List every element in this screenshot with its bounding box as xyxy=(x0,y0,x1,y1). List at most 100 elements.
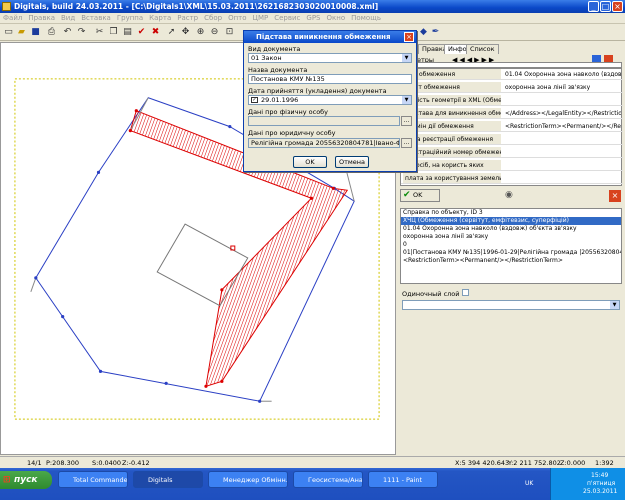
task-geosystem[interactable]: Геосистема/Аналит... xyxy=(293,471,363,488)
feather-icon[interactable]: ✒ xyxy=(430,26,441,38)
menu-map[interactable]: Карта xyxy=(146,14,174,22)
start-button[interactable]: ⊞ пуск xyxy=(0,471,52,489)
menu-group[interactable]: Группа xyxy=(114,14,146,22)
guide-line xyxy=(30,277,37,292)
natural-person-label: Дані про фізичну особу xyxy=(248,108,329,116)
property-value[interactable]: <RestrictionTerm><Permanent/></Restricti… xyxy=(503,121,621,131)
property-row[interactable]: Реєстраційний номер обмеження xyxy=(401,147,623,158)
menubar: Файл Правка Вид Вставка Группа Карта Растр Сбор… xyxy=(0,13,625,24)
task-total-commander[interactable]: Total Commander 7.0... xyxy=(58,471,128,488)
menu-help[interactable]: Помощь xyxy=(348,14,384,22)
system-tray: UK 15:49 п'ятниця 25.03.2011 xyxy=(525,468,625,500)
property-row[interactable]: Дата реєстрації обмеження xyxy=(401,134,623,145)
menu-file[interactable]: Файл xyxy=(0,14,25,22)
copy-icon[interactable]: ❐ xyxy=(108,26,119,38)
check-icon: ✔ xyxy=(403,190,411,200)
info-line: 0 xyxy=(403,241,407,248)
property-value[interactable]: охоронна зона лінії зв'язку xyxy=(503,82,621,92)
close-button[interactable]: × xyxy=(612,1,623,12)
minimize-button[interactable]: _ xyxy=(588,1,599,12)
doc-name-field[interactable]: Постанова КМУ №135 xyxy=(248,74,412,84)
menu-service[interactable]: Сервис xyxy=(271,14,303,22)
redo-icon[interactable]: ↷ xyxy=(76,26,87,38)
legal-entity-label: Дані про юридичну особу xyxy=(248,129,336,137)
property-key: Реєстраційний номер обмеження xyxy=(403,147,501,157)
cut-icon[interactable]: ✂ xyxy=(94,26,105,38)
view-icon[interactable]: ◉ xyxy=(505,190,517,202)
date-checkbox[interactable]: ✓ xyxy=(251,97,258,103)
window-titlebar: Digitals, build 24.03.2011 - [C:\Digital… xyxy=(0,0,625,13)
property-value[interactable]: 01.04 Охоронна зона навколо (вздовж) об'… xyxy=(503,69,621,79)
property-row[interactable]: хожість геометрії в XML (Обмеже xyxy=(401,95,623,106)
chevron-down-icon: ▼ xyxy=(610,301,619,309)
zoom-out-icon[interactable]: ⊖ xyxy=(209,26,220,38)
tab-list[interactable]: Список xyxy=(466,44,499,54)
property-row[interactable]: Термін дії обмеження <RestrictionTerm><Pe… xyxy=(401,121,623,132)
pan-icon[interactable]: ✥ xyxy=(180,26,191,38)
property-row[interactable]: Підстава для виникнення обмеже</Address>… xyxy=(401,108,623,119)
print-icon[interactable]: ⎙ xyxy=(46,26,57,38)
menu-gps[interactable]: GPS xyxy=(303,14,323,22)
menu-opto[interactable]: Опто xyxy=(225,14,249,22)
layer-select[interactable]: ▼ xyxy=(402,300,620,310)
apply-ok-button[interactable]: ✔ OK xyxy=(400,189,440,202)
delete-icon[interactable]: ✖ xyxy=(150,26,161,38)
zoom-window-icon[interactable]: ⊡ xyxy=(224,26,235,38)
zoom-in-icon[interactable]: ⊕ xyxy=(195,26,206,38)
doc-date-value: 29.01.1996 xyxy=(261,96,299,104)
property-row[interactable]: лік осіб, на користь яких xyxy=(401,160,623,171)
single-layer-label: Одиночный слой xyxy=(402,290,460,298)
cancel-icon[interactable]: × xyxy=(609,190,621,202)
menu-raster[interactable]: Растр xyxy=(174,14,201,22)
task-digitals[interactable]: Digitals xyxy=(133,471,203,488)
property-row[interactable]: Зміст обмеження охоронна зона лінії зв'яз… xyxy=(401,82,623,93)
paste-icon[interactable]: ▤ xyxy=(122,26,133,38)
single-layer-checkbox[interactable] xyxy=(462,289,469,296)
open-icon[interactable]: ▰ xyxy=(16,26,27,38)
menu-collect[interactable]: Сбор xyxy=(201,14,225,22)
doc-name-label: Назва документа xyxy=(248,66,308,74)
info-title: Справка по объекту, ID 3 xyxy=(403,209,483,216)
legal-entity-browse-button[interactable]: ... xyxy=(401,138,412,148)
maximize-button[interactable]: □ xyxy=(600,1,611,12)
dialog-close-button[interactable]: × xyxy=(404,32,414,42)
pointer-icon[interactable]: ➚ xyxy=(166,26,177,38)
info-line: <RestrictionTerm><Permanent/></Restricti… xyxy=(403,257,563,264)
natural-person-field[interactable] xyxy=(248,116,400,126)
doc-date-field[interactable]: ✓ 29.01.1996 ▼ xyxy=(248,95,412,105)
menu-dem[interactable]: ЦМР xyxy=(250,14,272,22)
undo-icon[interactable]: ↶ xyxy=(62,26,73,38)
layer-icon[interactable]: ◆ xyxy=(418,26,429,38)
property-key: хожість геометрії в XML (Обмеже xyxy=(403,95,501,105)
property-row[interactable]: Код обмеження 01.04 Охоронна зона навколо… xyxy=(401,69,623,80)
doc-type-select[interactable]: 01 Закон ▼ xyxy=(248,53,412,63)
info-line: 01.04 Охоронна зона навколо (вздовж) об'… xyxy=(403,225,577,232)
new-icon[interactable]: ▭ xyxy=(3,26,14,38)
language-indicator[interactable]: UK xyxy=(525,480,533,487)
property-row[interactable]: плата за користування земельною xyxy=(401,173,623,184)
menu-view[interactable]: Вид xyxy=(58,14,78,22)
doc-date-label: Дата прийняття (укладення) документа xyxy=(248,87,387,95)
info-line: охоронна зона лінії зв'язку xyxy=(403,233,489,240)
check-icon[interactable]: ✔ xyxy=(136,26,147,38)
app-icon[interactable] xyxy=(2,2,11,11)
menu-edit[interactable]: Правка xyxy=(25,14,58,22)
info-selected-row[interactable]: ХЧЦ (Обмеження (сервітут, емфітевзис, су… xyxy=(401,217,621,225)
doc-type-label: Вид документа xyxy=(248,45,301,53)
menu-window[interactable]: Окно xyxy=(324,14,349,22)
windows-logo-icon: ⊞ xyxy=(3,475,11,485)
property-value[interactable]: </Address></LegalEntity></RestrictionEnt… xyxy=(503,108,621,118)
task-exchange-manager[interactable]: Менеджер Обмінн... xyxy=(208,471,288,488)
property-table: Код обмеження 01.04 Охоронна зона навколо… xyxy=(400,68,623,186)
property-key: Термін дії обмеження xyxy=(403,121,501,131)
chevron-down-icon: ▼ xyxy=(402,54,411,62)
dialog-cancel-button[interactable]: Отмена xyxy=(335,156,369,168)
dialog-title: Підстава виникнення обмеження xyxy=(256,33,391,41)
start-label: пуск xyxy=(14,475,38,485)
task-paint[interactable]: 1111 - Paint xyxy=(368,471,438,488)
natural-person-browse-button[interactable]: ... xyxy=(401,116,412,126)
save-icon[interactable]: ■ xyxy=(30,26,41,38)
menu-insert[interactable]: Вставка xyxy=(78,14,114,22)
dialog-ok-button[interactable]: OK xyxy=(293,156,327,168)
legal-entity-field[interactable]: Релігійна громада 20556320804781|Івано-Ф… xyxy=(248,138,400,148)
